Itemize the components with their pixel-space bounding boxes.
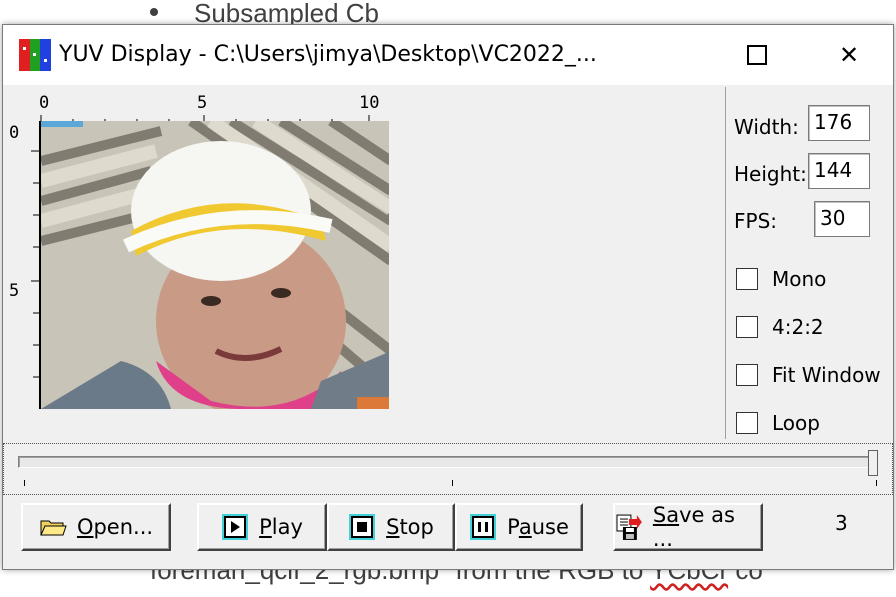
- client-area: 0 5 10 0 5 Width: 176 Height: 144 FPS: 3…: [3, 85, 893, 569]
- pause-label-mnemonic: a: [518, 515, 532, 539]
- slider-track[interactable]: [18, 456, 878, 468]
- checkbox-box[interactable]: [736, 412, 758, 434]
- slider-tick: [452, 480, 453, 486]
- folder-icon: [40, 520, 67, 536]
- window-title: YUV Display - C:\Users\jimya\Desktop\VC2…: [59, 42, 597, 67]
- checkbox-box[interactable]: [736, 364, 758, 386]
- checkbox-box[interactable]: [736, 316, 758, 338]
- save-label-mnemonic: S: [652, 503, 667, 527]
- open-button[interactable]: Open...: [21, 503, 171, 551]
- close-button[interactable]: ✕: [803, 25, 895, 85]
- play-icon: [222, 514, 249, 540]
- stop-label: top: [399, 515, 434, 539]
- video-frame-image: [41, 121, 389, 409]
- save-label-mnemonic-2: a: [666, 503, 680, 527]
- stop-button[interactable]: Stop: [327, 503, 455, 551]
- mono-checkbox[interactable]: Mono: [736, 265, 826, 293]
- checkbox-label: Mono: [772, 267, 827, 291]
- checkbox-box[interactable]: [736, 268, 758, 290]
- slider-tick: [24, 480, 25, 486]
- fps-input[interactable]: 30: [814, 201, 870, 237]
- yuv422-checkbox[interactable]: 4:2:2: [736, 313, 824, 341]
- settings-panel: Width: 176 Height: 144 FPS: 30 Mono 4:2:…: [725, 87, 893, 439]
- bullet-icon: [150, 8, 158, 17]
- play-label: lay: [271, 515, 303, 539]
- open-label: pen...: [93, 515, 154, 539]
- maximize-button[interactable]: [711, 25, 803, 85]
- fit-window-checkbox[interactable]: Fit Window: [736, 361, 881, 389]
- yuv-app-icon: [19, 39, 51, 71]
- pause-label-pre: P: [507, 515, 519, 539]
- play-label-mnemonic: P: [259, 515, 272, 539]
- frame-counter: 3: [835, 511, 848, 535]
- video-frame: [39, 121, 389, 409]
- save-icon: [616, 514, 642, 540]
- slider-tick: [876, 480, 877, 486]
- horizontal-ruler: 0 5 10: [39, 93, 389, 123]
- frame-slider[interactable]: [3, 443, 893, 495]
- save-as-button[interactable]: Save as ...: [613, 503, 763, 551]
- stop-icon: [349, 514, 376, 540]
- checkbox-label: Loop: [772, 411, 820, 435]
- fps-label: FPS:: [734, 209, 777, 233]
- pause-icon: [470, 514, 497, 540]
- vertical-ruler: 0 5: [3, 121, 39, 411]
- close-icon: ✕: [838, 41, 860, 69]
- stop-label-mnemonic: S: [386, 515, 400, 539]
- checkbox-label: 4:2:2: [772, 315, 824, 339]
- control-bar: Open... Play Stop Pause Save as ... 3: [3, 503, 893, 565]
- height-input[interactable]: 144: [808, 153, 870, 189]
- width-label: Width:: [734, 115, 799, 139]
- pause-label: use: [531, 515, 569, 539]
- pause-button[interactable]: Pause: [455, 503, 583, 551]
- yuv-display-window: YUV Display - C:\Users\jimya\Desktop\VC2…: [2, 24, 894, 570]
- maximize-icon: [747, 45, 767, 65]
- title-bar[interactable]: YUV Display - C:\Users\jimya\Desktop\VC2…: [3, 25, 893, 85]
- video-canvas-area: 0 5 10 0 5: [3, 87, 725, 439]
- height-label: Height:: [734, 162, 807, 186]
- width-input[interactable]: 176: [808, 105, 870, 141]
- play-button[interactable]: Play: [197, 503, 327, 551]
- loop-checkbox[interactable]: Loop: [736, 409, 820, 437]
- slider-thumb[interactable]: [868, 450, 878, 476]
- checkbox-label: Fit Window: [772, 363, 881, 387]
- open-label-mnemonic: O: [76, 515, 94, 539]
